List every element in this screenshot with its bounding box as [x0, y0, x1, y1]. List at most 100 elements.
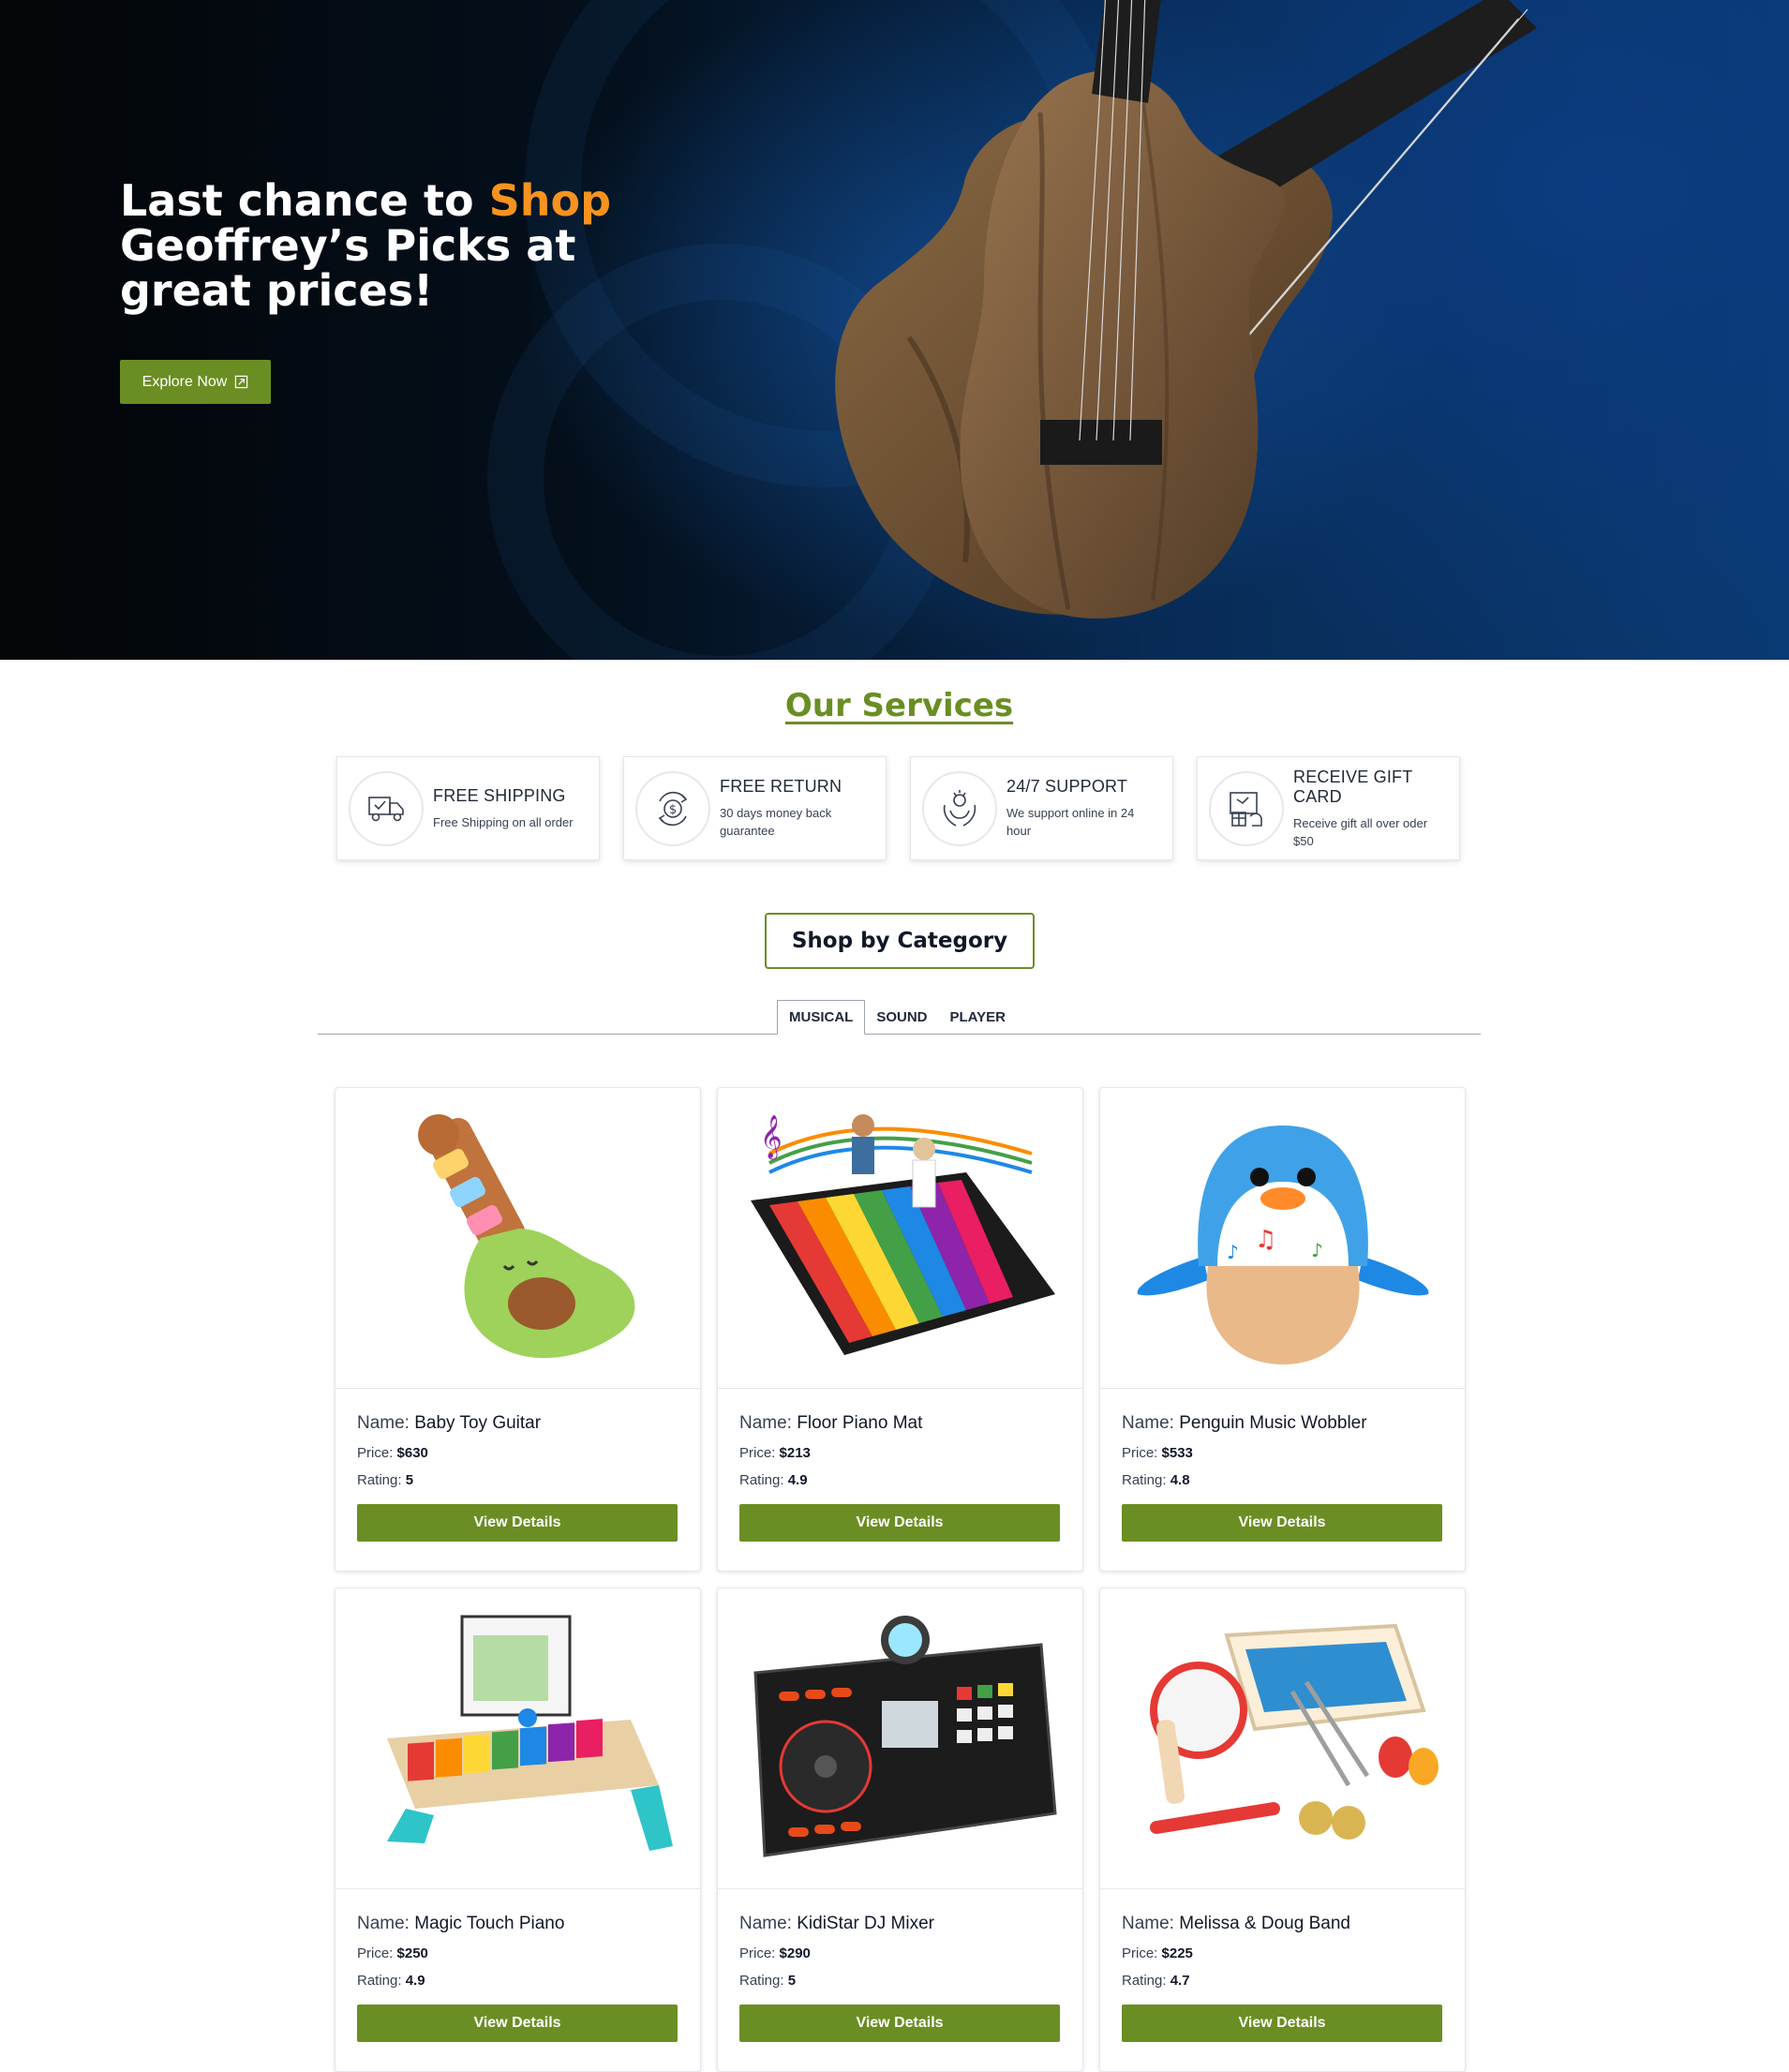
service-card: 24/7 SUPPORT We support online in 24 hou…	[910, 756, 1173, 860]
hero-banner: Last chance to Shop Geoffrey’s Picks at …	[0, 0, 1789, 660]
product-rating-label: Rating:	[357, 1472, 406, 1488]
product-card: Name: KidiStar DJ Mixer Price: $290 Rati…	[717, 1588, 1083, 2072]
product-price-value: $290	[779, 1945, 811, 1961]
product-rating-value: 4.9	[405, 1973, 425, 1989]
category-tabs: MUSICAL SOUND PLAYER	[777, 1000, 1017, 1035]
product-rating-label: Rating:	[1122, 1472, 1170, 1488]
view-details-button[interactable]: View Details	[1122, 1504, 1442, 1542]
product-name: Name: Melissa & Doug Band	[1122, 1914, 1443, 1934]
product-price: Price: $630	[357, 1445, 678, 1461]
product-image-frame	[718, 1588, 1082, 1889]
hero-title-text-2: Geoffrey’s Picks at great prices!	[120, 220, 576, 316]
product-rating-value: 5	[405, 1472, 414, 1488]
ukulele-pair-image	[835, 0, 1537, 619]
view-details-button[interactable]: View Details	[357, 2005, 678, 2042]
service-subtitle: Free Shipping on all order	[433, 814, 574, 829]
band-set-image	[1149, 1623, 1439, 1840]
product-image-frame: 𝄞	[718, 1088, 1082, 1389]
product-name: Name: Floor Piano Mat	[739, 1413, 1061, 1434]
product-rating-value: 5	[787, 1973, 797, 1989]
money-return-icon: $	[635, 770, 710, 846]
service-title: FREE SHIPPING	[433, 785, 566, 805]
gift-card-icon	[1209, 770, 1284, 846]
product-price-value: $630	[396, 1445, 428, 1461]
product-rating: Rating: 5	[739, 1973, 1061, 1989]
truck-icon	[349, 770, 424, 846]
product-name-label: Name:	[1122, 1413, 1180, 1433]
product-name-value: Penguin Music Wobbler	[1179, 1413, 1367, 1433]
svg-text:♪: ♪	[1311, 1239, 1323, 1261]
product-image-frame: ♫ ♪ ♪	[1100, 1088, 1465, 1389]
product-price-value: $225	[1161, 1945, 1193, 1961]
product-price: Price: $225	[1122, 1945, 1443, 1961]
support-hands-icon	[922, 770, 997, 846]
services-list: FREE SHIPPING Free Shipping on all order…	[336, 756, 1460, 860]
svg-text:𝄞: 𝄞	[760, 1115, 783, 1160]
product-name: Name: Penguin Music Wobbler	[1122, 1413, 1443, 1434]
product-rating-label: Rating:	[739, 1472, 788, 1488]
service-card: $ FREE RETURN 30 days money back guarant…	[623, 756, 887, 860]
product-name-value: KidiStar DJ Mixer	[797, 1914, 934, 1933]
product-image-frame	[335, 1588, 700, 1889]
product-image-frame	[335, 1088, 700, 1389]
product-card: 𝄞 Name: Floor Piano Mat Price: $213 Rati…	[717, 1087, 1083, 1572]
tab-sound[interactable]: SOUND	[865, 1000, 938, 1034]
product-rating: Rating: 4.8	[1122, 1472, 1443, 1488]
floor-piano-mat-image: 𝄞	[750, 1114, 1055, 1355]
penguin-wobbler-image: ♫ ♪ ♪	[1137, 1125, 1428, 1364]
product-name: Name: Magic Touch Piano	[357, 1914, 678, 1934]
services-title: Our Services	[784, 687, 1014, 724]
product-price-value: $213	[779, 1445, 811, 1461]
product-price-label: Price:	[739, 1445, 780, 1461]
hero-title-text: Last chance to	[120, 175, 489, 226]
svg-text:♪: ♪	[1227, 1241, 1239, 1263]
service-title: FREE RETURN	[720, 777, 842, 796]
service-title: RECEIVE GIFT CARD	[1293, 767, 1413, 806]
product-card: ♫ ♪ ♪ Name: Penguin Music Wobbler Price:…	[1099, 1087, 1466, 1572]
product-name-label: Name:	[357, 1914, 415, 1933]
explore-now-label: Explore Now	[142, 373, 228, 390]
product-name-label: Name:	[739, 1413, 798, 1433]
service-subtitle: Receive gift all over oder $50	[1293, 815, 1428, 848]
product-name-label: Name:	[1122, 1914, 1180, 1933]
product-card: Name: Baby Toy Guitar Price: $630 Rating…	[335, 1087, 701, 1572]
product-name: Name: Baby Toy Guitar	[357, 1413, 678, 1434]
tab-musical[interactable]: MUSICAL	[777, 1000, 866, 1035]
dj-mixer-image	[753, 1616, 1057, 1857]
product-name: Name: KidiStar DJ Mixer	[739, 1914, 1061, 1934]
service-subtitle: 30 days money back guarantee	[720, 806, 832, 838]
external-link-icon	[235, 375, 248, 389]
product-name-value: Floor Piano Mat	[797, 1413, 923, 1433]
product-price-label: Price:	[1122, 1445, 1162, 1461]
explore-now-button[interactable]: Explore Now	[120, 360, 271, 404]
product-price-label: Price:	[357, 1945, 397, 1961]
tab-player[interactable]: PLAYER	[939, 1000, 1017, 1034]
hero-title-accent: Shop	[488, 175, 612, 226]
product-rating: Rating: 4.7	[1122, 1973, 1443, 1989]
product-card: Name: Magic Touch Piano Price: $250 Rati…	[335, 1588, 701, 2072]
product-name-value: Melissa & Doug Band	[1179, 1914, 1350, 1933]
service-card: RECEIVE GIFT CARD Receive gift all over …	[1197, 756, 1460, 860]
product-grid: Name: Baby Toy Guitar Price: $630 Rating…	[335, 1087, 1466, 2072]
view-details-button[interactable]: View Details	[1122, 2005, 1442, 2042]
product-price: Price: $290	[739, 1945, 1061, 1961]
product-rating-label: Rating:	[1122, 1973, 1170, 1989]
toy-piano-image	[386, 1615, 673, 1851]
product-rating: Rating: 4.9	[739, 1472, 1061, 1488]
svg-text:♫: ♫	[1255, 1226, 1276, 1254]
view-details-button[interactable]: View Details	[357, 1504, 678, 1542]
svg-text:$: $	[669, 803, 677, 817]
service-subtitle: We support online in 24 hour	[1006, 806, 1135, 838]
product-price-label: Price:	[357, 1445, 397, 1461]
view-details-button[interactable]: View Details	[739, 2005, 1060, 2042]
view-details-button[interactable]: View Details	[739, 1504, 1060, 1542]
product-rating-label: Rating:	[357, 1973, 406, 1989]
hero-title: Last chance to Shop Geoffrey’s Picks at …	[120, 178, 645, 313]
product-rating-value: 4.9	[787, 1472, 808, 1488]
product-rating: Rating: 5	[357, 1472, 678, 1488]
product-image-frame	[1100, 1588, 1465, 1889]
product-price-label: Price:	[739, 1945, 780, 1961]
shop-by-category-heading: Shop by Category	[765, 913, 1035, 969]
right-ukulele	[960, 0, 1286, 619]
product-price: Price: $250	[357, 1945, 678, 1961]
